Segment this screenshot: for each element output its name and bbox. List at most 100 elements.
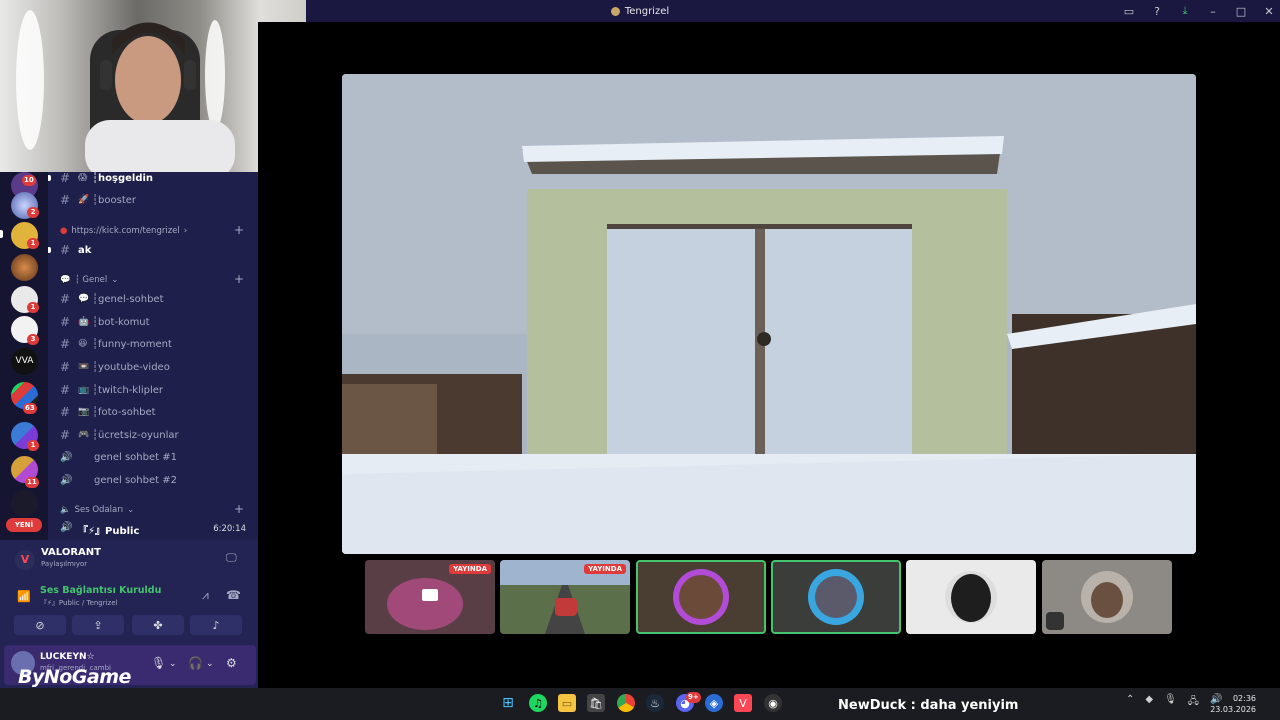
channel-foto-sohbet[interactable]: # 📷 ┆foto-sohbet xyxy=(48,402,258,422)
channel-ak[interactable]: # ak xyxy=(48,240,258,260)
hash-icon: # xyxy=(60,383,71,397)
app-icon[interactable]: ◈ xyxy=(705,694,723,712)
signal-icon: 📶 xyxy=(17,590,31,603)
speaker-icon: 🔈 xyxy=(60,505,71,515)
add-channel-icon[interactable]: + xyxy=(234,272,244,286)
channel-name: ┆funny-moment xyxy=(92,338,172,350)
server-icon xyxy=(610,6,620,16)
server-icon[interactable] xyxy=(11,490,38,517)
mention-badge: 3 xyxy=(27,334,39,345)
voice-timer: 6:20:14 xyxy=(213,524,246,534)
help-icon[interactable]: ? xyxy=(1150,4,1164,18)
main-stream-video[interactable] xyxy=(342,74,1196,554)
valorant-icon: V xyxy=(15,550,35,570)
kick-icon: ● xyxy=(60,226,68,236)
category-ses-odalari[interactable]: 🔈 Ses Odaları ⌄ xyxy=(60,505,134,515)
channel-emoji: 🤖 xyxy=(78,317,90,327)
obs-icon[interactable]: ◉ xyxy=(764,694,782,712)
channel-emoji: 📼 xyxy=(78,362,90,372)
channel-genel-sohbet[interactable]: # 💬 ┆genel-sohbet xyxy=(48,289,258,309)
add-channel-icon[interactable]: + xyxy=(234,223,244,237)
add-channel-icon[interactable]: + xyxy=(234,502,244,516)
channel-bot-komut[interactable]: # 🤖 ┆bot-komut xyxy=(48,312,258,332)
system-clock[interactable]: 02:36 23.03.2026 xyxy=(1210,693,1256,715)
share-screen-icon[interactable]: 🖵 xyxy=(226,551,237,565)
new-badge[interactable]: YENİ xyxy=(6,518,42,532)
connection-status: Ses Bağlantısı Kuruldu xyxy=(40,585,162,596)
inbox-icon[interactable]: ▭ xyxy=(1122,4,1136,18)
hash-icon: # xyxy=(60,337,71,351)
category-label: ┆ Genel xyxy=(74,275,108,285)
microphone-icon[interactable]: 🎙 xyxy=(151,656,166,670)
participant-tile-stream-1[interactable]: YAYINDA xyxy=(365,560,495,634)
voice-channel-public[interactable]: 🔊 『⚡』Public 6:20:14 xyxy=(48,522,258,538)
activities-button[interactable]: ✤ xyxy=(132,615,184,635)
store-icon[interactable]: 🛍 xyxy=(587,694,605,712)
chevron-down-icon[interactable]: ⌄ xyxy=(206,659,214,669)
window-title-text: Tengrizel xyxy=(624,5,670,17)
settings-gear-icon[interactable]: ⚙ xyxy=(226,656,237,670)
voice-channel-genel-sohbet-1[interactable]: 🔊 genel sohbet #1 xyxy=(48,447,258,467)
participant-avatar xyxy=(945,571,997,623)
network-icon[interactable]: 🖧 xyxy=(1188,694,1199,711)
server-icon[interactable] xyxy=(11,254,38,281)
snowy-barn-image xyxy=(342,74,1196,554)
voice-channel-genel-sohbet-2[interactable]: 🔊 genel sohbet #2 xyxy=(48,470,258,490)
channel-youtube-video[interactable]: # 📼 ┆youtube-video xyxy=(48,357,258,377)
download-icon[interactable]: ⤓ xyxy=(1178,4,1192,18)
channel-name: ┆twitch-klipler xyxy=(92,384,164,396)
valorant-icon[interactable]: V xyxy=(734,694,752,712)
chrome-icon[interactable] xyxy=(617,694,635,712)
disconnect-icon[interactable]: ☎ xyxy=(226,588,241,602)
participant-tile-4[interactable] xyxy=(771,560,901,634)
file-explorer-icon[interactable]: ▭ xyxy=(558,694,576,712)
windows-start-icon[interactable]: ⊞ xyxy=(499,694,517,712)
category-label: Ses Odaları xyxy=(74,505,124,515)
chevron-up-icon[interactable]: ⌃ xyxy=(1126,694,1134,711)
mention-badge: 1 xyxy=(27,440,39,451)
activity-title: VALORANT xyxy=(41,547,101,558)
channel-funny-moment[interactable]: # 😆 ┆funny-moment xyxy=(48,334,258,354)
clock-time: 02:36 xyxy=(1232,694,1256,703)
channel-emoji: 🎮 xyxy=(78,430,90,440)
chevron-down-icon[interactable]: ⌄ xyxy=(169,659,177,669)
minimize-icon[interactable]: – xyxy=(1206,4,1220,18)
screen-share-button[interactable]: ⇪ xyxy=(72,615,124,635)
headphones-icon[interactable]: 🎧 xyxy=(188,656,203,670)
spotify-icon[interactable]: ♫ xyxy=(529,694,547,712)
participant-avatar xyxy=(808,569,864,625)
close-icon[interactable]: ✕ xyxy=(1262,4,1276,18)
channel-ucretsiz-oyunlar[interactable]: # 🎮 ┆ücretsiz-oyunlar xyxy=(48,425,258,445)
channel-emoji: 😱 xyxy=(78,173,88,183)
channel-name: 『⚡』Public xyxy=(78,526,140,537)
participant-avatar xyxy=(1046,571,1133,630)
channel-booster[interactable]: # 🚀 ┆booster xyxy=(48,190,258,210)
category-label: https://kick.com/tengrizel xyxy=(71,226,180,236)
hash-icon: # xyxy=(60,405,71,419)
title-bar-controls: ▭ ? ⤓ – □ ✕ xyxy=(1122,0,1276,22)
category-genel[interactable]: 💬 ┆ Genel ⌄ xyxy=(60,275,118,285)
channel-name: genel sohbet #2 xyxy=(94,474,177,486)
channel-emoji: 🚀 xyxy=(78,195,90,205)
hash-icon: # xyxy=(60,360,71,374)
server-icon[interactable]: VVA xyxy=(11,348,38,375)
steam-icon[interactable]: ♨ xyxy=(646,694,664,712)
channel-name: genel sohbet #1 xyxy=(94,451,177,463)
channel-twitch-klipler[interactable]: # 📺 ┆twitch-klipler xyxy=(48,380,258,400)
channel-name: ┆foto-sohbet xyxy=(92,406,156,418)
participant-tile-5[interactable] xyxy=(906,560,1036,634)
soundboard-button[interactable]: ♪ xyxy=(190,615,242,635)
noise-suppression-icon[interactable]: ⩘ xyxy=(202,588,209,603)
category-kick[interactable]: ● https://kick.com/tengrizel › xyxy=(60,226,187,236)
app-tray-icon[interactable]: ◆ xyxy=(1145,694,1153,711)
hash-icon: # xyxy=(60,292,71,306)
participant-tile-3[interactable] xyxy=(636,560,766,634)
participant-tile-stream-2[interactable]: YAYINDA xyxy=(500,560,630,634)
channel-name: ┆bot-komut xyxy=(92,316,150,328)
microphone-icon[interactable]: 🎙 xyxy=(1164,694,1177,711)
clock-date: 23.03.2026 xyxy=(1210,705,1256,714)
participant-tile-6[interactable] xyxy=(1042,560,1172,634)
maximize-icon[interactable]: □ xyxy=(1234,4,1248,18)
camera-off-button[interactable]: ⊘ xyxy=(14,615,66,635)
watermark-logo: ByNoGame xyxy=(18,666,131,688)
